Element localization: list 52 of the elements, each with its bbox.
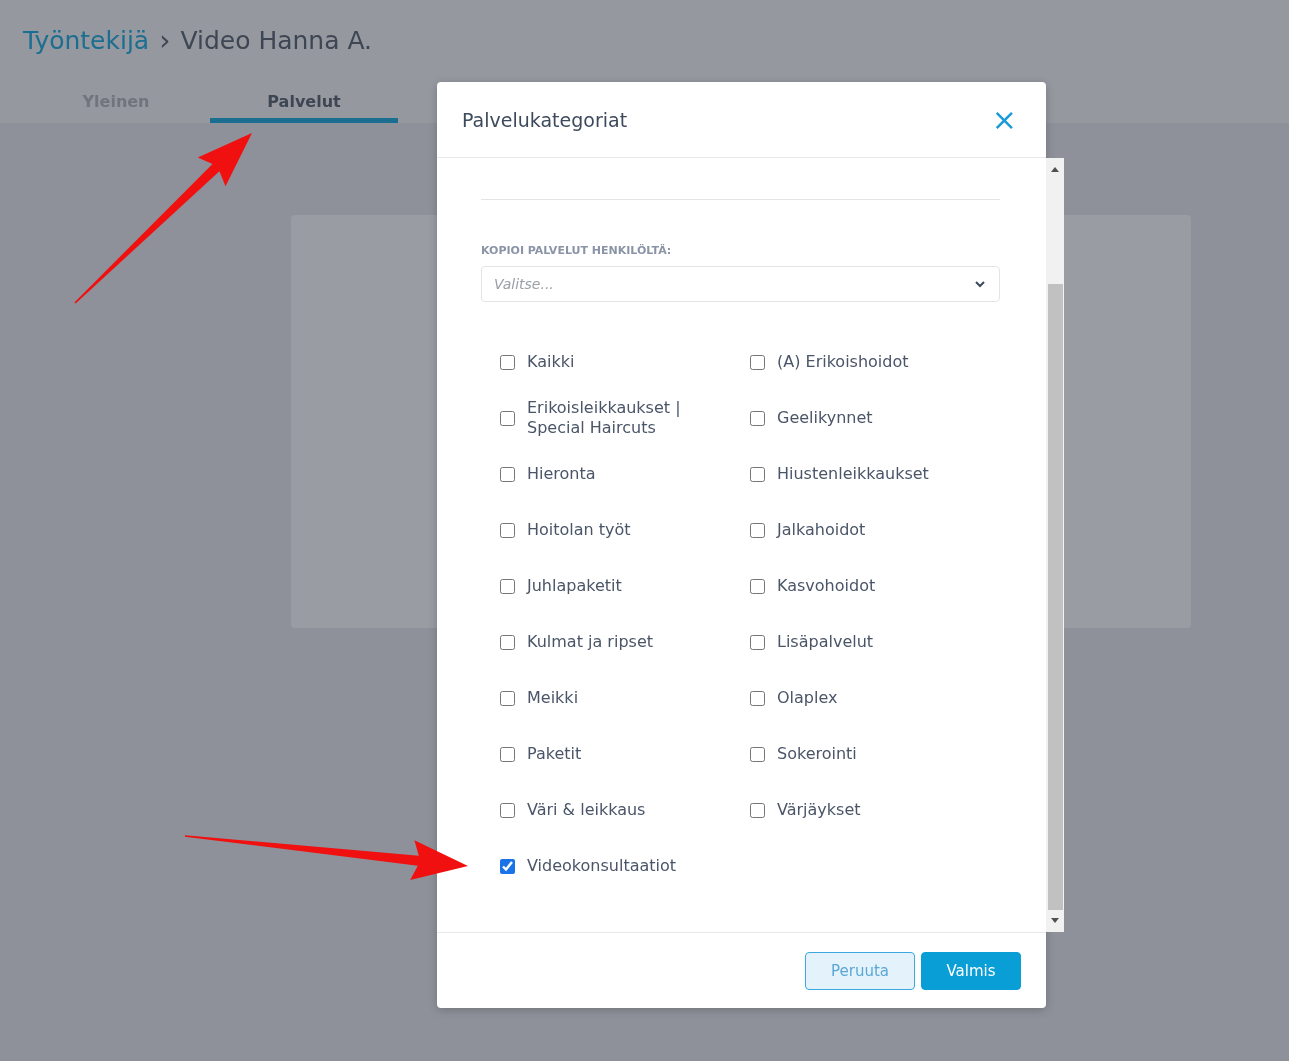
category-checkbox[interactable] [500,578,515,594]
category-label: Väri & leikkaus [527,800,646,820]
modal-title: Palvelukategoriat [462,108,628,131]
category-label: Olaplex [777,688,838,708]
done-button[interactable]: Valmis [921,951,1021,990]
scroll-up-icon[interactable] [1051,167,1059,172]
category-label: Hieronta [527,464,596,484]
close-button[interactable]: × [987,105,1021,134]
category-checkbox[interactable] [750,634,765,650]
category-checkbox[interactable] [750,690,765,706]
category-label: Sokerointi [777,744,857,764]
category-checkbox[interactable] [750,410,765,426]
category-checkbox[interactable] [500,522,515,538]
category-label: Hoitolan työt [527,520,631,540]
category-checkbox[interactable] [750,522,765,538]
copy-from-select[interactable]: Valitse... [481,266,1000,302]
chevron-down-icon [974,280,986,288]
category-checkbox[interactable] [750,354,765,370]
breadcrumb-separator: › [159,23,171,57]
category-label: Jalkahoidot [777,520,866,540]
copy-from-label: KOPIOI PALVELUT HENKILÖLTÄ: [481,244,673,257]
category-checkbox[interactable] [500,354,515,370]
category-label: Värjäykset [777,800,861,820]
category-label: Meikki [527,688,579,708]
category-label: Kaikki [527,352,575,372]
category-label: Geelikynnet [777,408,873,428]
category-checkbox[interactable] [750,466,765,482]
category-label: Videokonsultaatiot [527,856,677,876]
category-checkbox[interactable] [500,690,515,706]
category-checkbox[interactable] [500,634,515,650]
category-checkbox[interactable] [750,802,765,818]
scroll-down-icon[interactable] [1051,918,1059,923]
category-checkbox[interactable] [500,802,515,818]
page-title: Video Hanna A. [180,25,373,55]
category-checkbox[interactable] [500,466,515,482]
category-checkbox[interactable] [500,410,515,426]
category-label: Erikoisleikkaukset | Special Haircuts [527,398,682,438]
category-label: Juhlapaketit [527,576,622,596]
cancel-button[interactable]: Peruuta [805,951,915,990]
category-label: Lisäpalvelut [777,632,874,652]
category-checkbox[interactable] [500,746,515,762]
category-checkbox[interactable] [750,746,765,762]
category-checkbox[interactable] [500,858,515,874]
category-label: Paketit [527,744,582,764]
tab[interactable]: Palvelut [210,81,398,123]
category-label: Hiustenleikkaukset [777,464,929,484]
breadcrumb-link[interactable]: Työntekijä [23,25,150,55]
scrollbar[interactable] [1046,158,1064,932]
category-label: (A) Erikoishoidot [777,352,909,372]
category-label: Kulmat ja ripset [527,632,653,652]
category-label: Kasvohoidot [777,576,876,596]
category-checkbox[interactable] [750,578,765,594]
